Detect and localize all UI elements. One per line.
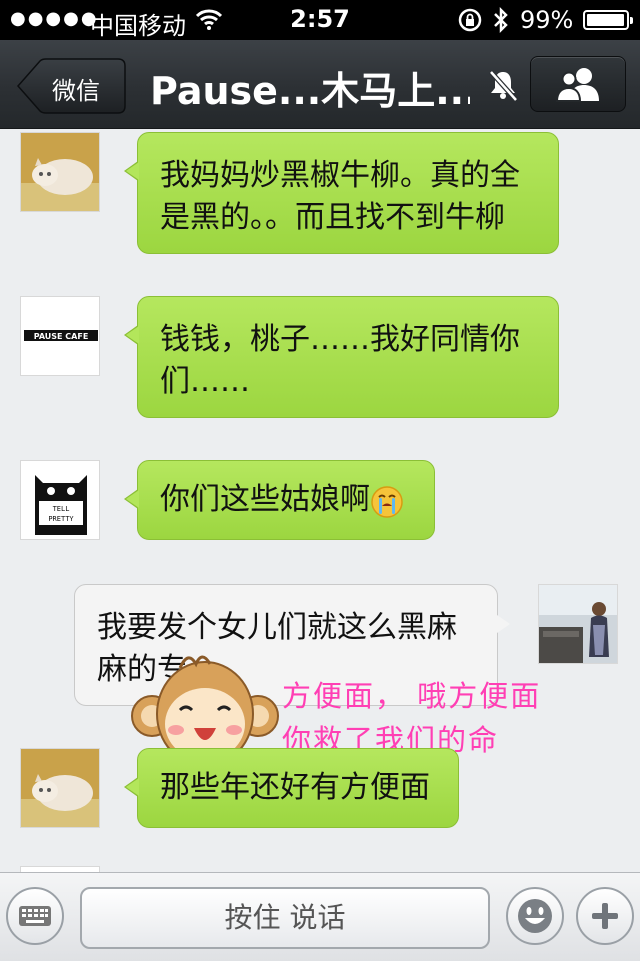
message-text: 我妈妈炒黑椒牛柳。真的全是黑的。。而且找不到牛柳 [160, 158, 520, 235]
pause-cafe-logo: PAUSE CAFE [21, 297, 99, 375]
sender-avatar-cat[interactable] [20, 132, 100, 212]
status-bar: ●●●●● 中国移动 2:57 99% [0, 0, 640, 40]
nav-bar: 微信 Pause...木马上... [0, 40, 640, 129]
battery-icon [583, 10, 633, 30]
chat-members-button[interactable] [530, 56, 626, 112]
monster-avatar-icon: TELL PRETTY [21, 461, 99, 539]
message-text: 你们这些姑娘啊 [160, 482, 370, 517]
hold-to-talk-button[interactable]: 按住 说话 [80, 887, 490, 949]
pause-cafe-logo-text: PAUSE CAFE [34, 332, 89, 341]
crying-face-emoji [371, 485, 403, 518]
bluetooth-icon [494, 6, 508, 34]
smiley-icon [518, 899, 552, 933]
woman-photo-icon [539, 585, 617, 663]
cat-photo-icon [21, 749, 99, 827]
sender-avatar-pause-cafe[interactable]: PAUSE CAFE [20, 296, 100, 376]
emoji-button[interactable] [506, 887, 564, 945]
back-button[interactable]: 微信 [16, 58, 126, 114]
chat-messages[interactable]: 我妈妈炒黑椒牛柳。真的全是黑的。。而且找不到牛柳 PAUSE CAFE 钱钱，桃… [0, 128, 640, 872]
message-bubble-incoming[interactable]: 我妈妈炒黑椒牛柳。真的全是黑的。。而且找不到牛柳 [124, 132, 559, 254]
more-actions-button[interactable] [576, 887, 634, 945]
orientation-lock-icon [458, 8, 482, 32]
svg-text:TELL: TELL [53, 505, 70, 513]
message-bubble-incoming[interactable]: 那些年还好有方便面 [124, 748, 459, 828]
keyboard-toggle-button[interactable] [6, 887, 64, 945]
plus-icon [592, 903, 618, 929]
sender-avatar-monster[interactable]: TELL PRETTY [20, 460, 100, 540]
my-avatar[interactable] [538, 584, 618, 664]
sticker-caption-line1: 方便面， 哦方便面 [282, 679, 542, 713]
message-bubble-incoming[interactable]: 你们这些姑娘啊 [124, 460, 435, 540]
keyboard-icon [19, 906, 51, 926]
message-bubble-incoming[interactable]: 钱钱，桃子……我好同情你们…… [124, 296, 559, 418]
chat-title: Pause...木马上... [150, 69, 470, 113]
group-people-icon [555, 68, 599, 102]
sender-avatar-cat[interactable] [20, 748, 100, 828]
message-text: 钱钱，桃子……我好同情你们…… [160, 322, 520, 399]
svg-text:PRETTY: PRETTY [48, 515, 74, 523]
muted-bell-icon [489, 70, 518, 102]
cat-photo-icon [21, 133, 99, 211]
back-button-label: 微信 [52, 77, 100, 105]
message-text: 那些年还好有方便面 [160, 770, 430, 805]
battery-percent: 99% [520, 6, 574, 34]
input-bar: 按住 说话 [0, 872, 640, 961]
